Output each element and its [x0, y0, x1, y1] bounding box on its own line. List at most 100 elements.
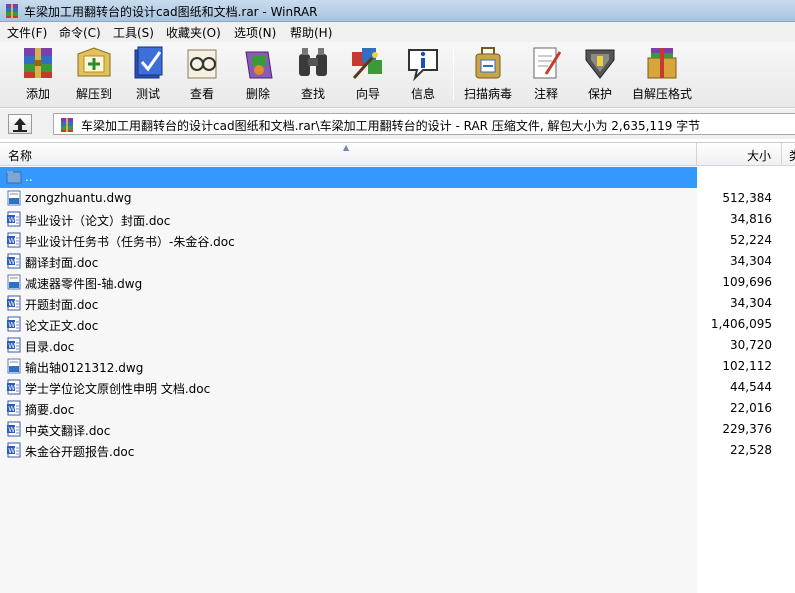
table-row[interactable]: 输出轴0121312.dwg 102,112	[0, 356, 795, 377]
delete-button[interactable]: 删除	[236, 44, 280, 104]
file-size: 30,720	[730, 338, 772, 352]
find-button[interactable]: 查找	[291, 44, 335, 104]
column-header-size[interactable]: 大小	[698, 143, 782, 166]
table-row[interactable]: W 论文正文.doc 1,406,095	[0, 314, 795, 335]
table-row[interactable]: W 学士学位论文原创性申明 文档.doc 44,544	[0, 377, 795, 398]
menu-file[interactable]: 文件(F)	[5, 24, 49, 41]
name-cell: W 论文正文.doc	[0, 314, 697, 335]
name-cell: ..	[0, 167, 697, 188]
table-row[interactable]: W 摘要.doc 22,016	[0, 398, 795, 419]
protect-button[interactable]: 保护	[580, 44, 620, 104]
menu-commands[interactable]: 命令(C)	[57, 24, 103, 41]
info-label: 信息	[410, 87, 435, 101]
file-size: 102,112	[722, 359, 772, 373]
file-name: 学士学位论文原创性申明 文档.doc	[25, 382, 211, 396]
toolbar-separator	[453, 48, 454, 100]
dwg-file-icon	[7, 358, 21, 374]
find-label: 查找	[300, 87, 325, 101]
word-doc-icon: W	[7, 211, 21, 227]
svg-text:W: W	[8, 237, 15, 245]
file-name: zongzhuantu.dwg	[25, 191, 132, 205]
table-row[interactable]: ..	[0, 167, 795, 188]
comment-icon	[533, 47, 562, 79]
file-size: 34,304	[730, 296, 772, 310]
up-folder-button[interactable]	[8, 114, 32, 134]
file-size: 229,376	[722, 422, 772, 436]
svg-text:W: W	[8, 384, 15, 392]
file-size: 22,528	[730, 443, 772, 457]
file-size: 44,544	[730, 380, 772, 394]
address-path: 车梁加工用翻转台的设计cad图纸和文档.rar\车梁加工用翻转台的设计 - RA…	[81, 119, 701, 133]
winrar-app-icon	[6, 4, 18, 18]
address-bar: 车梁加工用翻转台的设计cad图纸和文档.rar\车梁加工用翻转台的设计 - RA…	[0, 109, 795, 139]
file-name: 毕业设计任务书（任务书）-朱金谷.doc	[25, 235, 235, 249]
file-name: 输出轴0121312.dwg	[25, 361, 144, 375]
svg-text:W: W	[8, 405, 15, 413]
name-cell: 输出轴0121312.dwg	[0, 356, 697, 377]
name-cell: W 毕业设计（论文）封面.doc	[0, 209, 697, 230]
file-name: 开题封面.doc	[25, 298, 99, 312]
menu-favorites[interactable]: 收藏夹(O)	[164, 24, 223, 41]
table-row[interactable]: W 翻译封面.doc 34,304	[0, 251, 795, 272]
table-row[interactable]: W 朱金谷开题报告.doc 22,528	[0, 440, 795, 461]
table-row[interactable]: W 目录.doc 30,720	[0, 335, 795, 356]
table-row[interactable]: W 毕业设计任务书（任务书）-朱金谷.doc 52,224	[0, 230, 795, 251]
name-cell: W 中英文翻译.doc	[0, 419, 697, 440]
name-cell: 减速器零件图-轴.dwg	[0, 272, 697, 293]
virus-scan-icon	[475, 47, 501, 79]
file-name: 毕业设计（论文）封面.doc	[25, 214, 171, 228]
svg-text:W: W	[8, 342, 15, 350]
address-field[interactable]: 车梁加工用翻转台的设计cad图纸和文档.rar\车梁加工用翻转台的设计 - RA…	[53, 113, 795, 135]
extract-to-icon	[77, 47, 111, 77]
file-size: 34,816	[730, 212, 772, 226]
column-header-type[interactable]: 类	[783, 143, 795, 166]
protect-label: 保护	[587, 87, 612, 101]
word-doc-icon: W	[7, 421, 21, 437]
file-size	[698, 167, 772, 188]
wizard-icon	[352, 48, 382, 80]
up-arrow-icon	[13, 118, 27, 132]
name-cell: W 翻译封面.doc	[0, 251, 697, 272]
menu-help[interactable]: 帮助(H)	[288, 24, 334, 41]
column-type-label: 类	[789, 147, 795, 164]
name-cell: W 开题封面.doc	[0, 293, 697, 314]
word-doc-icon: W	[7, 316, 21, 332]
word-doc-icon: W	[7, 337, 21, 353]
view-button[interactable]: 查看	[180, 44, 224, 104]
word-doc-icon: W	[7, 253, 21, 269]
name-cell: W 朱金谷开题报告.doc	[0, 440, 697, 461]
file-name: 减速器零件图-轴.dwg	[25, 277, 143, 291]
table-row[interactable]: W 毕业设计（论文）封面.doc 34,816	[0, 209, 795, 230]
delete-icon	[245, 51, 273, 79]
comment-button[interactable]: 注释	[526, 44, 566, 104]
table-row[interactable]: 减速器零件图-轴.dwg 109,696	[0, 272, 795, 293]
sfx-button[interactable]: 自解压格式	[630, 44, 694, 104]
file-size: 1,406,095	[710, 317, 772, 331]
sort-ascending-icon: ▲	[343, 143, 350, 152]
extract-to-label: 解压到	[75, 87, 112, 101]
svg-text:W: W	[8, 216, 15, 224]
rar-archive-icon	[61, 118, 73, 132]
menu-bar: 文件(F) 命令(C) 工具(S) 收藏夹(O) 选项(N) 帮助(H)	[0, 22, 795, 42]
sfx-label: 自解压格式	[631, 87, 692, 101]
table-row[interactable]: W 中英文翻译.doc 229,376	[0, 419, 795, 440]
view-label: 查看	[189, 87, 214, 101]
test-button[interactable]: 测试	[127, 44, 169, 104]
wizard-button[interactable]: 向导	[346, 44, 390, 104]
svg-text:W: W	[8, 300, 15, 308]
add-button[interactable]: 添加	[14, 44, 62, 104]
column-name-label: 名称	[8, 149, 33, 163]
view-icon	[187, 49, 217, 79]
file-name: 朱金谷开题报告.doc	[25, 445, 135, 459]
column-header-name[interactable]: 名称 ▲	[0, 143, 697, 166]
svg-text:W: W	[8, 426, 15, 434]
dwg-file-icon	[7, 190, 21, 206]
info-button[interactable]: 信息	[402, 44, 444, 104]
menu-tools[interactable]: 工具(S)	[111, 24, 156, 41]
table-row[interactable]: W 开题封面.doc 34,304	[0, 293, 795, 314]
virus-scan-label: 扫描病毒	[463, 87, 512, 101]
extract-to-button[interactable]: 解压到	[70, 44, 118, 104]
menu-options[interactable]: 选项(N)	[232, 24, 278, 41]
virus-scan-button[interactable]: 扫描病毒	[461, 44, 515, 104]
table-row[interactable]: zongzhuantu.dwg 512,384	[0, 188, 795, 209]
